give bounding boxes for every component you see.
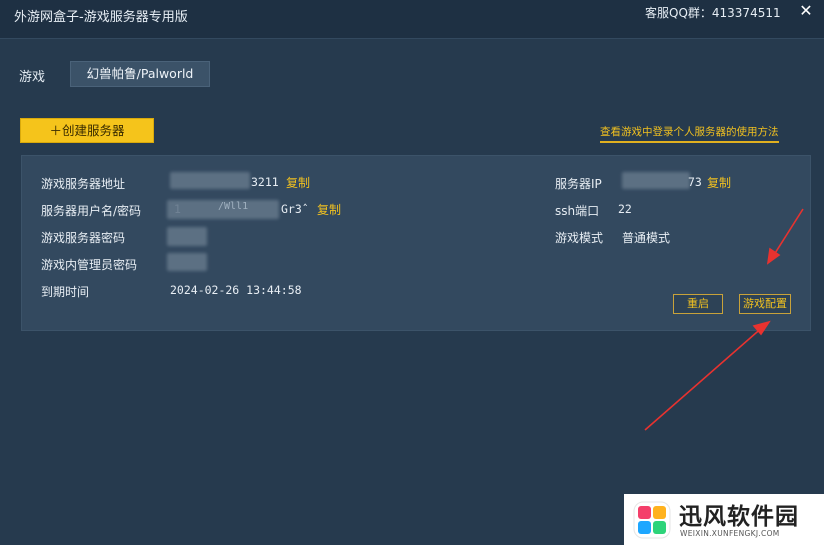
close-icon: ✕ — [799, 1, 813, 20]
annotation-arrow-lower — [644, 320, 771, 431]
support-qq-group: 客服QQ群：413374511 — [645, 6, 781, 20]
copy-ip-button[interactable]: 复制 — [707, 174, 731, 191]
server-username-label: 服务器用户名/密码 — [41, 204, 142, 218]
game-label: 游戏 — [19, 70, 46, 85]
ssh-port-value: 22 — [618, 202, 632, 216]
game-select[interactable]: 幻兽帕鲁/Palworld — [70, 61, 210, 87]
server-username-value-mid: /Wll1 — [218, 201, 249, 212]
server-address-value: 3211 — [251, 175, 279, 189]
title-bar: 外游网盒子-游戏服务器专用版 客服QQ群：413374511 ✕ — [0, 0, 824, 39]
create-server-button[interactable]: ＋创建服务器 — [20, 118, 154, 143]
redacted-address-mask — [170, 172, 250, 189]
game-mode-label: 游戏模式 — [555, 231, 604, 245]
server-username-value-end: Gr3ˆ — [281, 202, 309, 216]
expire-time-value: 2024-02-26 13:44:58 — [170, 283, 302, 297]
admin-password-label: 游戏内管理员密码 — [41, 258, 138, 272]
copy-username-button[interactable]: 复制 — [317, 201, 341, 218]
ssh-port-label: ssh端口 — [555, 204, 600, 218]
game-mode-value: 普通模式 — [622, 231, 671, 245]
watermark-title: 迅风软件园 — [679, 504, 799, 530]
site-watermark: 迅风软件园 WEIXIN.XUNFENGKJ.COM — [624, 494, 824, 545]
watermark-url: WEIXIN.XUNFENGKJ.COM — [680, 529, 780, 538]
server-ip-value: 73 — [688, 175, 702, 189]
server-ip-label: 服务器IP — [555, 177, 602, 191]
server-info-panel: 游戏服务器地址 3211 复制 服务器用户名/密码 1 /Wll1 Gr3ˆ 复… — [21, 155, 811, 331]
redacted-ip-mask — [622, 172, 690, 189]
redacted-admin-password-mask — [167, 253, 207, 271]
help-usage-link[interactable]: 查看游戏中登录个人服务器的使用方法 — [600, 124, 779, 143]
redacted-game-password-mask — [167, 227, 207, 246]
window-title: 外游网盒子-游戏服务器专用版 — [14, 10, 188, 25]
game-config-button[interactable]: 游戏配置 — [739, 294, 791, 314]
app-window: 外游网盒子-游戏服务器专用版 客服QQ群：413374511 ✕ 游戏 幻兽帕鲁… — [0, 0, 824, 545]
expire-time-label: 到期时间 — [41, 285, 90, 299]
game-password-label: 游戏服务器密码 — [41, 231, 126, 245]
restart-button[interactable]: 重启 — [673, 294, 723, 314]
copy-address-button[interactable]: 复制 — [286, 174, 310, 191]
server-address-label: 游戏服务器地址 — [41, 177, 126, 191]
close-button[interactable]: ✕ — [796, 1, 816, 21]
xunfeng-logo-icon — [633, 501, 671, 539]
